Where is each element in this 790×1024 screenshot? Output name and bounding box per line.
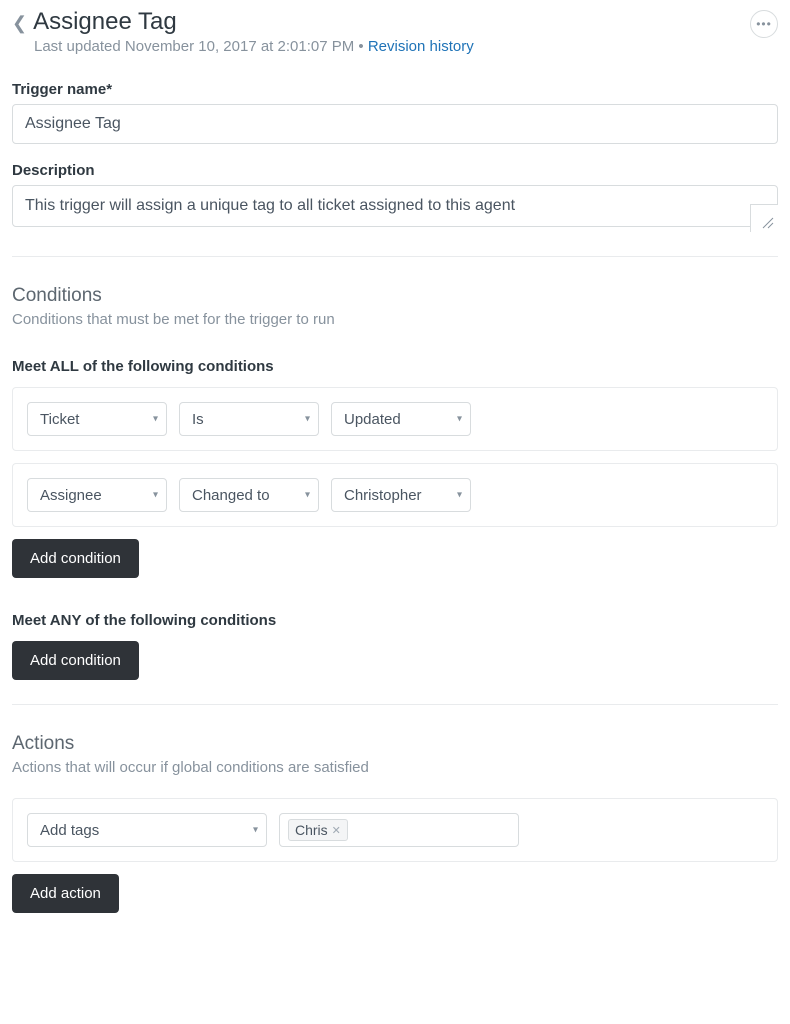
dropdown-value: Changed to	[192, 487, 270, 504]
condition-value-select[interactable]: Updated ▾	[331, 402, 471, 436]
condition-row: Ticket ▾ Is ▾ Updated ▾	[12, 387, 778, 451]
condition-value-select[interactable]: Christopher ▾	[331, 478, 471, 512]
dropdown-value: Updated	[344, 411, 401, 428]
trigger-name-label: Trigger name*	[12, 81, 778, 98]
add-condition-button[interactable]: Add condition	[12, 641, 139, 680]
description-input[interactable]	[12, 185, 778, 227]
back-chevron-icon[interactable]: ❮	[12, 12, 27, 32]
dropdown-value: Ticket	[40, 411, 79, 428]
tags-input[interactable]: Chris ✕	[279, 813, 519, 847]
page-title: Assignee Tag	[33, 8, 177, 36]
divider	[12, 256, 778, 257]
divider	[12, 704, 778, 705]
tag-remove-icon[interactable]: ✕	[332, 824, 341, 837]
meet-all-heading: Meet ALL of the following conditions	[12, 358, 778, 375]
chevron-down-icon: ▾	[153, 414, 158, 425]
dropdown-value: Add tags	[40, 822, 99, 839]
meet-any-heading: Meet ANY of the following conditions	[12, 612, 778, 629]
actions-subheading: Actions that will occur if global condit…	[12, 759, 778, 776]
condition-row: Assignee ▾ Changed to ▾ Christopher ▾	[12, 463, 778, 527]
chevron-down-icon: ▾	[457, 490, 462, 501]
tag-text: Chris	[295, 822, 328, 838]
last-updated-prefix: Last updated	[34, 38, 125, 55]
trigger-name-input[interactable]	[12, 104, 778, 144]
ellipsis-icon: •••	[756, 18, 772, 30]
conditions-heading: Conditions	[12, 285, 778, 307]
textarea-resize-handle[interactable]	[750, 204, 778, 232]
more-options-button[interactable]: •••	[750, 10, 778, 38]
actions-heading: Actions	[12, 733, 778, 755]
chevron-down-icon: ▾	[305, 414, 310, 425]
condition-field-select[interactable]: Ticket ▾	[27, 402, 167, 436]
chevron-down-icon: ▾	[253, 825, 258, 836]
dropdown-value: Christopher	[344, 487, 422, 504]
condition-operator-select[interactable]: Changed to ▾	[179, 478, 319, 512]
last-updated-timestamp: November 10, 2017 at 2:01:07 PM	[125, 38, 354, 55]
dropdown-value: Assignee	[40, 487, 102, 504]
chevron-down-icon: ▾	[457, 414, 462, 425]
dropdown-value: Is	[192, 411, 204, 428]
action-row: Add tags ▾ Chris ✕	[12, 798, 778, 862]
condition-field-select[interactable]: Assignee ▾	[27, 478, 167, 512]
action-field-select[interactable]: Add tags ▾	[27, 813, 267, 847]
chevron-down-icon: ▾	[305, 490, 310, 501]
last-updated-line: Last updated November 10, 2017 at 2:01:0…	[34, 38, 474, 55]
conditions-subheading: Conditions that must be met for the trig…	[12, 311, 778, 328]
resize-grip-icon	[761, 216, 775, 230]
chevron-down-icon: ▾	[153, 490, 158, 501]
meta-separator: •	[358, 38, 367, 55]
condition-operator-select[interactable]: Is ▾	[179, 402, 319, 436]
revision-history-link[interactable]: Revision history	[368, 38, 474, 55]
add-action-button[interactable]: Add action	[12, 874, 119, 913]
add-condition-button[interactable]: Add condition	[12, 539, 139, 578]
tag-pill: Chris ✕	[288, 819, 348, 841]
description-label: Description	[12, 162, 778, 179]
